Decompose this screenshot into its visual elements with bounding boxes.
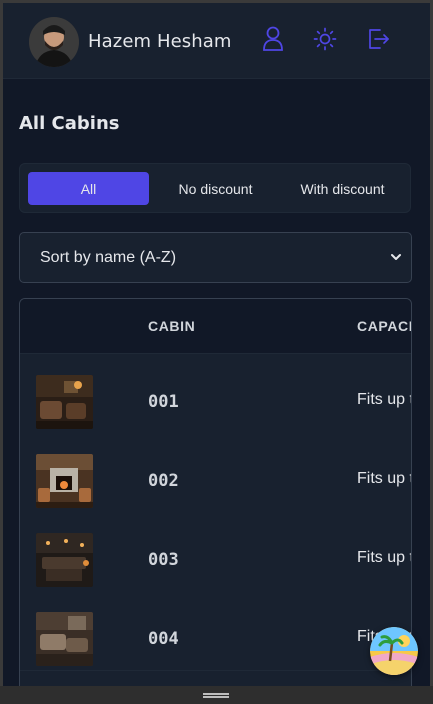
sun-icon[interactable] (312, 25, 338, 53)
filter-with-discount-button[interactable]: With discount (282, 172, 403, 205)
header: Hazem Hesham (3, 3, 430, 79)
window-bottom-bar (0, 686, 433, 704)
cabin-name: 002 (148, 471, 179, 491)
sort-select-value: Sort by name (A-Z) (40, 248, 177, 266)
cabin-capacity: Fits up to 4 guests (357, 549, 411, 566)
discount-filter: All No discount With discount (19, 163, 411, 213)
cabin-image (36, 612, 93, 666)
app-frame: Hazem Hesham All Cabins All No discount … (3, 3, 430, 686)
cabin-capacity: Fits up to 2 guests (357, 470, 411, 487)
table-header: CABIN CAPACITY (20, 299, 411, 354)
user-icon[interactable] (260, 25, 286, 53)
user-name: Hazem Hesham (88, 31, 232, 52)
table-row[interactable]: 004 Fits up to 4 guests (20, 591, 411, 671)
cabins-table: CABIN CAPACITY 001 Fits up to 2 guests (19, 298, 412, 686)
logout-icon[interactable] (365, 25, 391, 53)
table-row[interactable]: 002 Fits up to 2 guests (20, 433, 411, 513)
filter-no-discount-button[interactable]: No discount (155, 172, 276, 205)
cabin-image (36, 454, 93, 508)
floating-chat-button[interactable] (370, 627, 418, 675)
resize-handle-icon[interactable] (203, 693, 229, 698)
cabin-name: 003 (148, 550, 179, 570)
table-row[interactable]: 001 Fits up to 2 guests (20, 354, 411, 434)
column-capacity: CAPACITY (357, 318, 412, 334)
table-row[interactable]: 003 Fits up to 4 guests (20, 512, 411, 592)
page-title: All Cabins (19, 113, 120, 134)
cabin-image (36, 375, 93, 429)
cabin-image (36, 533, 93, 587)
column-cabin: CABIN (148, 318, 196, 334)
avatar (29, 17, 79, 67)
chevron-down-icon (389, 250, 403, 269)
cabin-name: 001 (148, 392, 179, 412)
sort-select[interactable]: Sort by name (A-Z) (19, 232, 412, 283)
cabin-capacity: Fits up to 2 guests (357, 391, 411, 408)
cabin-name: 004 (148, 629, 179, 649)
filter-all-button[interactable]: All (28, 172, 149, 205)
